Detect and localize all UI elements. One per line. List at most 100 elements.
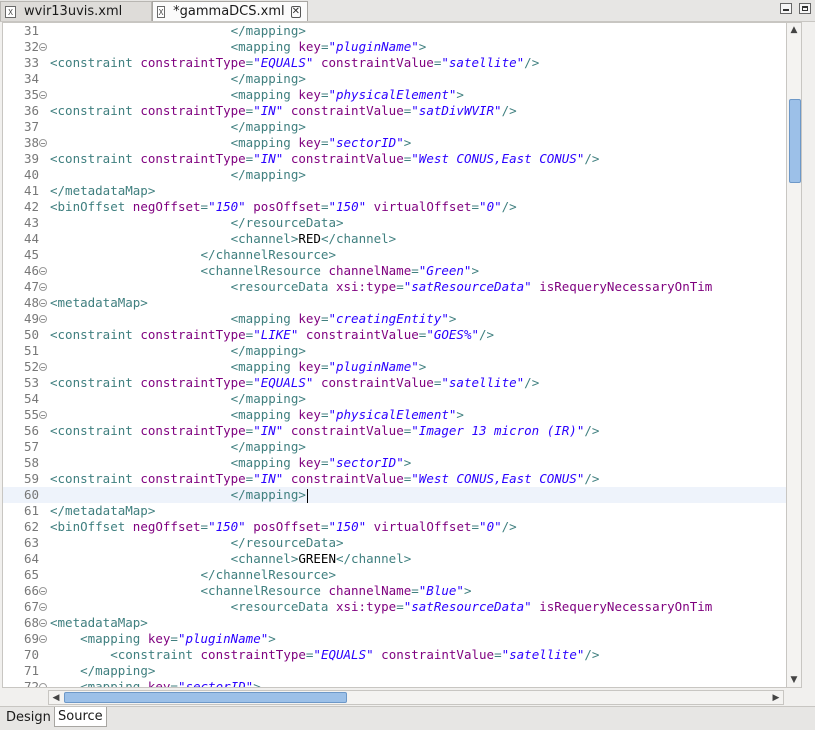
code-text: </mapping> — [230, 167, 306, 182]
code-text: <mapping key="physicalElement"> — [230, 407, 464, 422]
code-line[interactable]: 36 <constraint constraintType="IN" constr… — [3, 103, 801, 119]
code-text: </resourceData> — [230, 215, 344, 230]
line-number: 44 — [23, 231, 39, 246]
line-number: 68 — [23, 615, 39, 630]
scroll-down-icon[interactable]: ▼ — [788, 674, 800, 686]
code-line[interactable]: 72− <mapping key="sectorID"> — [3, 679, 801, 688]
tab-design[interactable]: Design — [2, 707, 55, 727]
code-line[interactable]: 71 </mapping> — [3, 663, 801, 679]
code-line[interactable]: 44 <channel>RED</channel> — [3, 231, 801, 247]
fold-toggle-icon[interactable]: − — [39, 411, 47, 420]
code-line[interactable]: 57 </mapping> — [3, 439, 801, 455]
code-line[interactable]: 41 </metadataMap> — [3, 183, 801, 199]
fold-toggle-icon[interactable]: − — [39, 43, 47, 52]
fold-toggle-icon[interactable]: − — [39, 587, 47, 596]
minimize-icon[interactable] — [780, 3, 792, 14]
vertical-scroll-thumb[interactable] — [789, 99, 801, 183]
code-line[interactable]: 42 <binOffset negOffset="150" posOffset="… — [3, 199, 801, 215]
code-line[interactable]: 70 <constraint constraintType="EQUALS" c… — [3, 647, 801, 663]
code-line[interactable]: 48− <metadataMap> — [3, 295, 801, 311]
code-line[interactable]: 37 </mapping> — [3, 119, 801, 135]
code-line[interactable]: 69− <mapping key="pluginName"> — [3, 631, 801, 647]
code-line[interactable]: 43 </resourceData> — [3, 215, 801, 231]
code-line[interactable]: 49− <mapping key="creatingEntity"> — [3, 311, 801, 327]
horizontal-scroll-thumb[interactable] — [64, 692, 347, 703]
line-number: 33 — [23, 55, 39, 70]
code-line[interactable]: 52− <mapping key="pluginName"> — [3, 359, 801, 375]
scroll-up-icon[interactable]: ▲ — [788, 24, 800, 36]
fold-toggle-icon[interactable]: − — [39, 267, 47, 276]
code-line[interactable]: 67− <resourceData xsi:type="satResourceD… — [3, 599, 801, 615]
scroll-right-icon[interactable]: ▶ — [770, 692, 782, 704]
close-icon[interactable]: ✕ — [290, 5, 301, 18]
tab-source[interactable]: Source — [54, 707, 107, 727]
fold-toggle-icon[interactable]: − — [39, 619, 47, 628]
code-line[interactable]: 64 <channel>GREEN</channel> — [3, 551, 801, 567]
code-line[interactable]: 35− <mapping key="physicalElement"> — [3, 87, 801, 103]
code-text: <constraint constraintType="IN" constrai… — [50, 471, 600, 486]
code-line[interactable]: 45 </channelResource> — [3, 247, 801, 263]
fold-toggle-icon[interactable]: − — [39, 91, 47, 100]
code-line[interactable]: 59 <constraint constraintType="IN" constr… — [3, 471, 801, 487]
code-line[interactable]: 32− <mapping key="pluginName"> — [3, 39, 801, 55]
code-line[interactable]: 68− <metadataMap> — [3, 615, 801, 631]
fold-toggle-icon[interactable]: − — [39, 683, 47, 687]
line-number: 39 — [23, 151, 39, 166]
line-number: 65 — [23, 567, 39, 582]
scroll-left-icon[interactable]: ◀ — [50, 692, 62, 704]
code-line[interactable]: 50 <constraint constraintType="LIKE" cons… — [3, 327, 801, 343]
code-line[interactable]: 56 <constraint constraintType="IN" constr… — [3, 423, 801, 439]
line-number: 67 — [23, 599, 39, 614]
code-text: <mapping key="pluginName"> — [230, 39, 427, 54]
code-line[interactable]: 51 </mapping> — [3, 343, 801, 359]
code-text: <constraint constraintType="EQUALS" cons… — [110, 647, 600, 662]
code-line[interactable]: 65 </channelResource> — [3, 567, 801, 583]
fold-toggle-icon[interactable]: − — [39, 363, 47, 372]
horizontal-scrollbar[interactable]: ◀ ▶ — [48, 690, 784, 705]
code-line[interactable]: 55− <mapping key="physicalElement"> — [3, 407, 801, 423]
code-line[interactable]: 66− <channelResource channelName="Blue"> — [3, 583, 801, 599]
line-number: 35 — [23, 87, 39, 102]
code-line[interactable]: 60 </mapping> — [3, 487, 801, 503]
code-text: <mapping key="pluginName"> — [230, 359, 427, 374]
code-line[interactable]: 61 </metadataMap> — [3, 503, 801, 519]
code-line[interactable]: 46− <channelResource channelName="Green"… — [3, 263, 801, 279]
fold-toggle-icon[interactable]: − — [39, 283, 47, 292]
code-text: </mapping> — [230, 439, 306, 454]
code-line[interactable]: 63 </resourceData> — [3, 535, 801, 551]
code-line[interactable]: 40 </mapping> — [3, 167, 801, 183]
fold-toggle-icon[interactable]: − — [39, 635, 47, 644]
code-line[interactable]: 58 <mapping key="sectorID"> — [3, 455, 801, 471]
tab-label: *gammaDCS.xml — [173, 4, 285, 19]
fold-toggle-icon[interactable]: − — [39, 139, 47, 148]
code-line[interactable]: 47− <resourceData xsi:type="satResourceD… — [3, 279, 801, 295]
code-line[interactable]: 31 </mapping> — [3, 23, 801, 39]
line-number: 46 — [23, 263, 39, 278]
code-line[interactable]: 34 </mapping> — [3, 71, 801, 87]
fold-toggle-icon[interactable]: − — [39, 603, 47, 612]
maximize-icon[interactable] — [799, 3, 811, 14]
code-line[interactable]: 38− <mapping key="sectorID"> — [3, 135, 801, 151]
vertical-scrollbar[interactable]: ▲ ▼ — [786, 22, 802, 688]
code-line[interactable]: 53 <constraint constraintType="EQUALS" co… — [3, 375, 801, 391]
editor-mode-tabs: Design Source — [0, 706, 815, 730]
line-number: 37 — [23, 119, 39, 134]
line-number: 71 — [23, 663, 39, 678]
line-number: 72 — [23, 679, 39, 688]
tab-gammadcs[interactable]: X *gammaDCS.xml ✕ — [152, 1, 308, 21]
code-text: <binOffset negOffset="150" posOffset="15… — [50, 199, 517, 214]
line-number: 43 — [23, 215, 39, 230]
line-number: 38 — [23, 135, 39, 150]
fold-toggle-icon[interactable]: − — [39, 315, 47, 324]
code-text: </mapping> — [230, 71, 306, 86]
code-text: <resourceData xsi:type="satResourceData"… — [230, 599, 713, 614]
code-text: <constraint constraintType="IN" constrai… — [50, 103, 517, 118]
code-line[interactable]: 39 <constraint constraintType="IN" constr… — [3, 151, 801, 167]
tab-wvir13uvis[interactable]: X wvir13uvis.xml — [0, 1, 152, 21]
fold-toggle-icon[interactable]: − — [39, 299, 47, 308]
code-text: </metadataMap> — [50, 503, 156, 518]
code-line[interactable]: 62 <binOffset negOffset="150" posOffset="… — [3, 519, 801, 535]
code-line[interactable]: 33 <constraint constraintType="EQUALS" co… — [3, 55, 801, 71]
code-line[interactable]: 54 </mapping> — [3, 391, 801, 407]
source-editor[interactable]: 31 </mapping> 32− <mapping key="pluginNam… — [2, 22, 802, 688]
